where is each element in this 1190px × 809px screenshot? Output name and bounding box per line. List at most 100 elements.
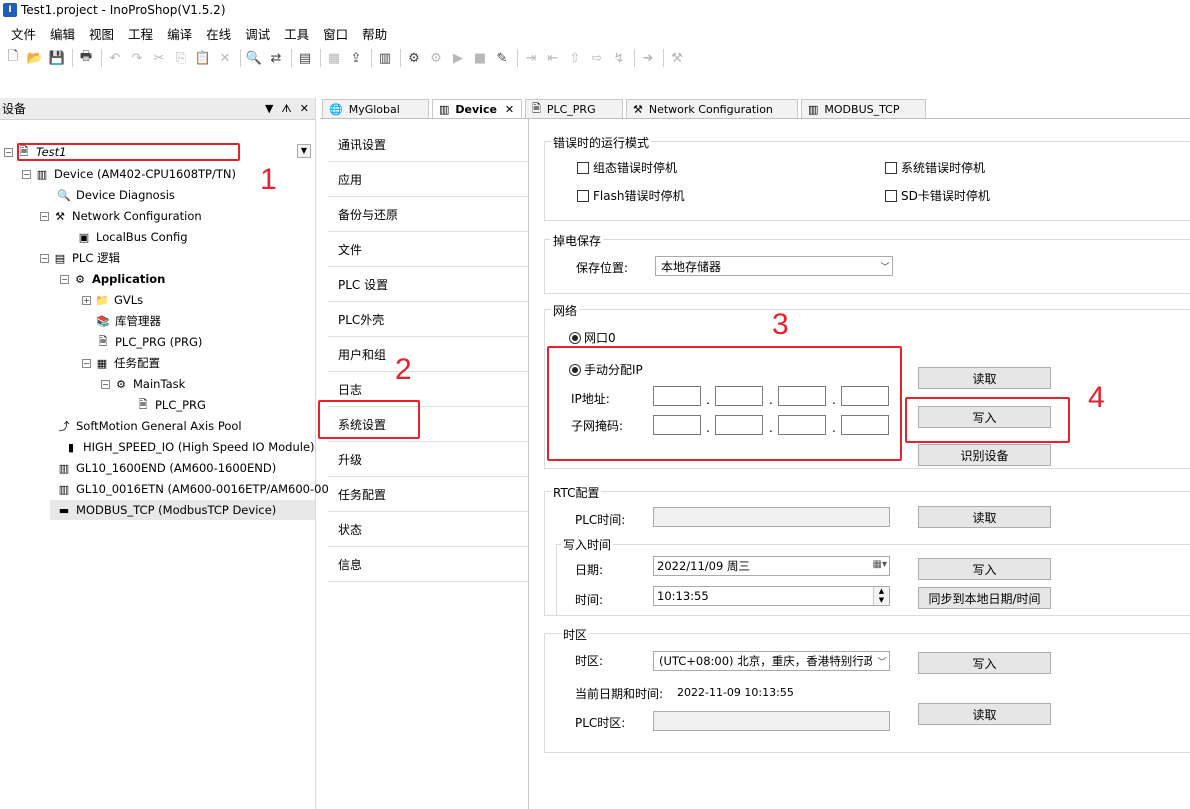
subnav-backup-restore[interactable]: 备份与还原 [328, 197, 528, 232]
close-icon[interactable]: ✕ [300, 102, 309, 116]
tree-item-maintask[interactable]: − ⚙ MainTask [101, 374, 185, 394]
timezone-read-button[interactable]: 读取 [918, 703, 1051, 725]
sync-local-time-button[interactable]: 同步到本地日期/时间 [918, 587, 1051, 609]
open-folder-icon[interactable]: 📂 [25, 48, 45, 68]
system-error-stop-checkbox[interactable]: 系统错误时停机 [885, 159, 985, 176]
find-icon[interactable]: 🔍 [244, 48, 264, 68]
menu-help[interactable]: 帮助 [355, 24, 394, 43]
subnav-upgrade[interactable]: 升级 [328, 442, 528, 477]
menu-build[interactable]: 编译 [160, 24, 199, 43]
subnav-users-groups[interactable]: 用户和组 [328, 337, 528, 372]
tab-myglobal[interactable]: 🌐 MyGlobal [322, 99, 429, 119]
menu-debug[interactable]: 调试 [238, 24, 277, 43]
tree-item-gvls[interactable]: + 📁 GVLs [82, 290, 143, 310]
identify-device-button[interactable]: 识别设备 [918, 444, 1051, 466]
tab-plc-prg[interactable]: 🗎 PLC_PRG [525, 99, 623, 119]
layout-icon[interactable]: ▦ [324, 48, 344, 68]
checkbox-box[interactable] [885, 161, 897, 174]
rtc-write-button[interactable]: 写入 [918, 558, 1051, 580]
run-icon[interactable]: ▶ [448, 48, 468, 68]
tree-item-device-diagnosis[interactable]: 🔍 Device Diagnosis [57, 185, 175, 205]
sd-error-stop-checkbox[interactable]: SD卡错误时停机 [885, 187, 990, 204]
subnav-info[interactable]: 信息 [328, 547, 528, 582]
tree-item-softmotion[interactable]: ⤴ SoftMotion General Axis Pool [57, 416, 242, 436]
collapse-icon[interactable]: − [40, 211, 49, 221]
tree-item-device[interactable]: − ▥ Device (AM402-CPU1608TP/TN) [22, 164, 236, 184]
tab-network-configuration[interactable]: ⚒ Network Configuration [626, 99, 798, 119]
subnav-status[interactable]: 状态 [328, 512, 528, 547]
port0-radio[interactable]: 网口0 [569, 329, 616, 346]
step-over-icon[interactable]: ⇥ [521, 48, 541, 68]
tab-modbus-tcp[interactable]: ▥ MODBUS_TCP [801, 99, 926, 119]
collapse-icon[interactable]: − [60, 274, 69, 284]
save-icon[interactable]: 💾 [47, 48, 67, 68]
tree-item-plc-prg[interactable]: 🗎 PLC_PRG (PRG) [96, 332, 203, 352]
tree-item-library-manager[interactable]: 📚 库管理器 [96, 311, 161, 331]
paste-icon[interactable]: 📋 [193, 48, 213, 68]
save-location-select[interactable]: 本地存储器 ﹀ [655, 256, 893, 276]
subnav-plc-shell[interactable]: PLC外壳 [328, 302, 528, 337]
menu-online[interactable]: 在线 [199, 24, 238, 43]
checkbox-box[interactable] [885, 189, 897, 202]
print-icon[interactable]: 🖶 [76, 48, 96, 68]
force-icon[interactable]: ↯ [609, 48, 629, 68]
breakpoint-icon[interactable]: ⇨ [587, 48, 607, 68]
config-error-stop-checkbox[interactable]: 组态错误时停机 [577, 159, 677, 176]
delete-icon[interactable]: ✕ [215, 48, 235, 68]
stop-icon[interactable]: ■ [470, 48, 490, 68]
pin-icon[interactable]: ᗑ [281, 102, 291, 116]
menu-file[interactable]: 文件 [4, 24, 43, 43]
flash-error-stop-checkbox[interactable]: Flash错误时停机 [577, 187, 684, 204]
cut-icon[interactable]: ✂ [149, 48, 169, 68]
tree-item-network-configuration[interactable]: − ⚒ Network Configuration [40, 206, 202, 226]
copy-icon[interactable]: ⎘ [171, 48, 191, 68]
spinner-arrows-icon[interactable]: ▲ ▼ [873, 587, 889, 605]
collapse-icon[interactable]: − [4, 147, 13, 157]
menu-tools[interactable]: 工具 [277, 24, 316, 43]
calendar-icon[interactable]: ▦▾ [873, 559, 887, 570]
collapse-icon[interactable]: − [82, 358, 91, 368]
time-spinner[interactable]: 10:13:55 ▲ ▼ [653, 586, 890, 606]
new-file-icon[interactable]: 🗋 [3, 48, 23, 68]
subnav-task-config[interactable]: 任务配置 [328, 477, 528, 512]
menu-view[interactable]: 视图 [82, 24, 121, 43]
build-icon[interactable]: ▥ [375, 48, 395, 68]
tab-device[interactable]: ▥ Device ✕ [432, 99, 522, 119]
timezone-select[interactable]: (UTC+08:00) 北京，重庆，香港特别行政[ ﹀ [653, 651, 890, 671]
export-icon[interactable]: ⇪ [346, 48, 366, 68]
checkbox-box[interactable] [577, 189, 589, 202]
checkbox-box[interactable] [577, 161, 589, 174]
tree-item-gl10-1600end[interactable]: ▥ GL10_1600END (AM600-1600END) [57, 458, 276, 478]
collapse-icon[interactable]: − [40, 253, 49, 263]
subnav-comm-settings[interactable]: 通讯设置 [328, 127, 528, 162]
tree-item-high-speed-io[interactable]: ▮ HIGH_SPEED_IO (High Speed IO Module) [64, 437, 315, 457]
tree-item-gl10-0016etn[interactable]: ▥ GL10_0016ETN (AM600-0016ETP/AM600-0016… [57, 479, 358, 499]
redo-icon[interactable]: ↷ [127, 48, 147, 68]
panel-dropdown-icon[interactable]: ▼ [265, 102, 273, 116]
subnav-plc-settings[interactable]: PLC 设置 [328, 267, 528, 302]
radio-dot[interactable] [569, 331, 581, 344]
login-icon[interactable]: ⚙ [404, 48, 424, 68]
tree-item-task-config[interactable]: − ▦ 任务配置 [82, 353, 160, 373]
rtc-read-button[interactable]: 读取 [918, 506, 1051, 528]
reset-icon[interactable]: ✎ [492, 48, 512, 68]
timezone-write-button[interactable]: 写入 [918, 652, 1051, 674]
date-picker[interactable]: 2022/11/09 周三 ▦▾ [653, 556, 890, 576]
subnav-application[interactable]: 应用 [328, 162, 528, 197]
collapse-icon[interactable]: − [101, 379, 110, 389]
window-icon[interactable]: ▤ [295, 48, 315, 68]
menu-project[interactable]: 工程 [121, 24, 160, 43]
tree-item-plc-logic[interactable]: − ▤ PLC 逻辑 [40, 248, 120, 268]
undo-icon[interactable]: ↶ [105, 48, 125, 68]
network-scan-icon[interactable]: ⚒ [667, 48, 687, 68]
collapse-icon[interactable]: − [22, 169, 31, 179]
tree-item-plc-prg-call[interactable]: 🗎 PLC_PRG [136, 395, 206, 415]
tree-item-modbus-tcp[interactable]: ▬ MODBUS_TCP (ModbusTCP Device) [50, 500, 315, 520]
arrow-right-icon[interactable]: ➜ [638, 48, 658, 68]
logout-icon[interactable]: ⚙ [426, 48, 446, 68]
tree-item-localbus-config[interactable]: ▣ LocalBus Config [77, 227, 188, 247]
step-into-icon[interactable]: ⇤ [543, 48, 563, 68]
tree-item-application[interactable]: − ⚙ Application [60, 269, 165, 289]
close-icon[interactable]: ✕ [505, 103, 514, 116]
expand-icon[interactable]: + [82, 295, 91, 305]
